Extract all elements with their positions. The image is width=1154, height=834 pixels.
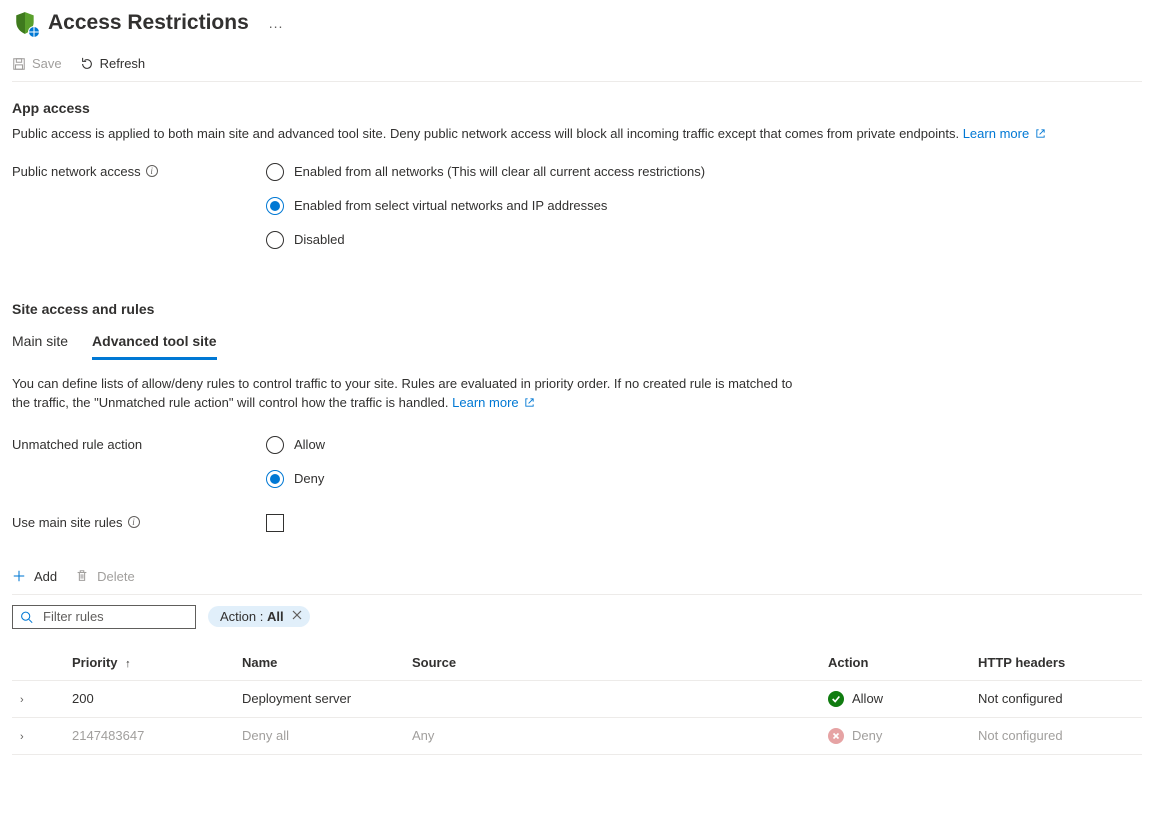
radio-icon	[266, 436, 284, 454]
rules-description: You can define lists of allow/deny rules…	[12, 374, 812, 414]
x-circle-icon	[828, 728, 844, 744]
close-icon[interactable]	[292, 610, 302, 623]
unmatched-radio-group: Allow Deny	[266, 436, 325, 488]
col-http[interactable]: HTTP headers	[978, 655, 1128, 670]
radio-unmatched-allow[interactable]: Allow	[266, 436, 325, 454]
save-label: Save	[32, 56, 62, 71]
app-access-description: Public access is applied to both main si…	[12, 124, 1112, 145]
rules-table: Priority ↑ Name Source Action HTTP heade…	[12, 645, 1142, 755]
rules-learn-more-link[interactable]: Learn more	[452, 395, 535, 410]
app-access-heading: App access	[12, 100, 1142, 116]
filter-rules-input[interactable]	[12, 605, 196, 629]
cell-priority: 2147483647	[72, 728, 242, 743]
refresh-icon	[80, 57, 94, 71]
add-rule-button[interactable]: Add	[12, 569, 57, 584]
sort-up-icon: ↑	[125, 658, 131, 670]
filter-pill-action[interactable]: Action : All	[208, 606, 310, 627]
table-row[interactable]: › 200Deployment server AllowNot configured	[12, 681, 1142, 718]
table-row[interactable]: › 2147483647Deny allAnyDenyNot configured	[12, 718, 1142, 755]
info-icon[interactable]: i	[128, 516, 140, 528]
radio-enabled-all[interactable]: Enabled from all networks (This will cle…	[266, 163, 705, 181]
external-link-icon	[1035, 127, 1046, 142]
refresh-label: Refresh	[100, 56, 146, 71]
page-title: Access Restrictions	[48, 11, 249, 35]
external-link-icon	[524, 396, 535, 411]
expand-row[interactable]: ›	[12, 691, 72, 706]
check-circle-icon	[828, 691, 844, 707]
filter-input-wrap	[12, 605, 196, 629]
site-access-heading: Site access and rules	[12, 301, 1142, 317]
globe-icon	[28, 26, 40, 38]
tab-advanced-tool-site[interactable]: Advanced tool site	[92, 327, 216, 360]
col-action[interactable]: Action	[828, 655, 978, 670]
radio-unmatched-deny[interactable]: Deny	[266, 470, 325, 488]
table-header: Priority ↑ Name Source Action HTTP heade…	[12, 645, 1142, 681]
use-main-site-label: Use main site rules i	[12, 514, 266, 530]
public-network-access-label: Public network access i	[12, 163, 266, 179]
plus-icon	[12, 569, 26, 583]
save-button[interactable]: Save	[12, 56, 62, 71]
radio-disabled[interactable]: Disabled	[266, 231, 705, 249]
delete-rule-button[interactable]: Delete	[75, 569, 135, 584]
unmatched-rule-label: Unmatched rule action	[12, 436, 266, 452]
cell-http: Not configured	[978, 691, 1128, 706]
trash-icon	[75, 569, 89, 583]
chevron-right-icon: ›	[20, 731, 24, 743]
site-tabs: Main site Advanced tool site	[12, 327, 1142, 360]
command-bar: Save Refresh	[12, 50, 1142, 82]
rules-command-bar: Add Delete	[12, 569, 1142, 595]
radio-icon	[266, 231, 284, 249]
filter-row: Action : All	[12, 605, 1142, 629]
radio-icon	[266, 163, 284, 181]
info-icon[interactable]: i	[146, 165, 158, 177]
tab-main-site[interactable]: Main site	[12, 327, 68, 360]
page-header: Access Restrictions ...	[12, 10, 1142, 50]
save-icon	[12, 57, 26, 71]
cell-http: Not configured	[978, 728, 1128, 743]
cell-source: Any	[412, 728, 828, 743]
cell-name: Deny all	[242, 728, 412, 743]
cell-action: Allow	[828, 691, 978, 707]
use-main-site-row: Use main site rules i	[12, 514, 1142, 535]
cell-action: Deny	[828, 728, 978, 744]
radio-icon	[266, 470, 284, 488]
public-access-radio-group: Enabled from all networks (This will cle…	[266, 163, 705, 249]
cell-name: Deployment server	[242, 691, 412, 706]
radio-icon	[266, 197, 284, 215]
expand-row[interactable]: ›	[12, 728, 72, 743]
cell-priority: 200	[72, 691, 242, 706]
col-name[interactable]: Name	[242, 655, 412, 670]
col-priority[interactable]: Priority ↑	[72, 655, 242, 670]
use-main-site-checkbox[interactable]	[266, 514, 284, 532]
refresh-button[interactable]: Refresh	[80, 56, 146, 71]
more-button[interactable]: ...	[265, 15, 288, 31]
radio-enabled-select[interactable]: Enabled from select virtual networks and…	[266, 197, 705, 215]
unmatched-rule-row: Unmatched rule action Allow Deny	[12, 436, 1142, 488]
shield-icon	[12, 10, 38, 36]
chevron-right-icon: ›	[20, 694, 24, 706]
public-network-access-row: Public network access i Enabled from all…	[12, 163, 1142, 249]
col-source[interactable]: Source	[412, 655, 828, 670]
search-icon	[20, 610, 33, 623]
app-access-learn-more-link[interactable]: Learn more	[963, 126, 1046, 141]
